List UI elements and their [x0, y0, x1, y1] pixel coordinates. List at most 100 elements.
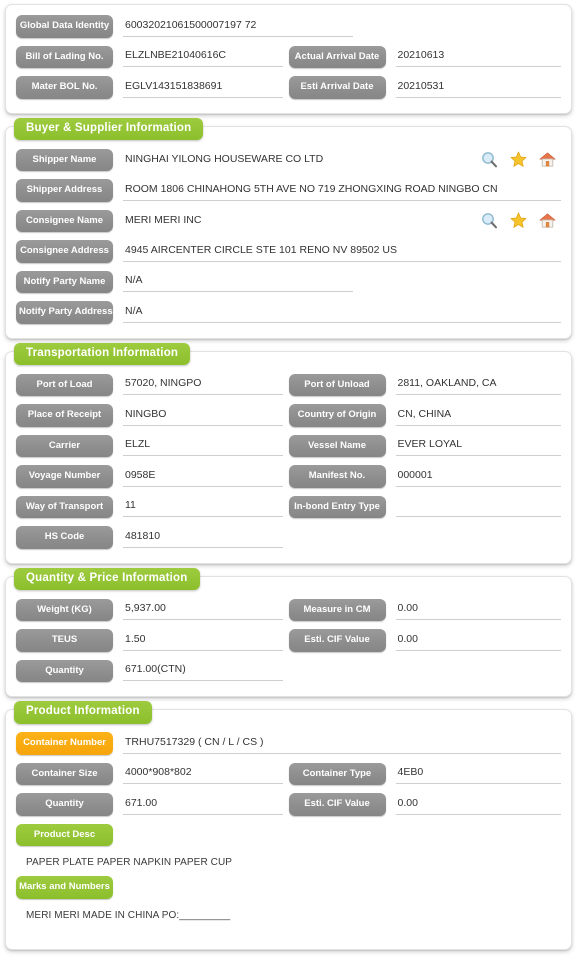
- field-product-quantity: Quantity 671.00: [16, 793, 289, 816]
- label-consignee-name: Consignee Name: [16, 209, 113, 232]
- label-container-number[interactable]: Container Number: [16, 732, 113, 755]
- value-inbond-entry-type: [395, 497, 561, 517]
- label-way-of-transport: Way of Transport: [16, 495, 113, 518]
- row-global-data-identity: Global Data Identity 6003202106150000719…: [16, 15, 561, 38]
- value-consignee-address: 4945 AIRCENTER CIRCLE STE 101 RENO NV 89…: [123, 241, 561, 262]
- row-consignee-name: Consignee Name MERI MERI INC: [16, 209, 561, 232]
- label-marks-and-numbers[interactable]: Marks and Numbers: [16, 876, 113, 899]
- field-carrier: Carrier ELZL: [16, 434, 289, 457]
- row-notify-party-name: Notify Party Name N/A: [16, 270, 561, 293]
- field-measure-cm: Measure in CM 0.00: [288, 598, 561, 621]
- star-icon[interactable]: [509, 211, 528, 230]
- value-teus: 1.50: [123, 630, 283, 651]
- row-hs-code: HS Code 481810: [16, 526, 561, 549]
- row-teus-cif: TEUS 1.50 Esti. CIF Value 0.00: [16, 629, 561, 652]
- label-shipper-name: Shipper Name: [16, 148, 113, 171]
- value-measure-in-cm: 0.00: [395, 599, 561, 621]
- label-inbond-entry-type: In-bond Entry Type: [288, 495, 386, 518]
- section-title-buyer-supplier: Buyer & Supplier Information: [14, 117, 204, 140]
- field-vessel-name: Vessel Name EVER LOYAL: [288, 434, 561, 457]
- card-bottom-spacer: [16, 929, 561, 937]
- field-inbond-entry-type: In-bond Entry Type: [288, 495, 561, 518]
- label-hs-code: HS Code: [16, 526, 113, 549]
- row-container-number: Container Number TRHU7517329 ( CN / L / …: [16, 732, 561, 755]
- label-quantity: Quantity: [16, 659, 113, 682]
- label-bill-of-lading-no: Bill of Lading No.: [16, 45, 113, 68]
- product-information-card: Product Information Container Number TRH…: [5, 701, 572, 950]
- field-esti-cif-value: Esti. CIF Value 0.00: [288, 629, 561, 652]
- label-manifest-no: Manifest No.: [288, 465, 386, 488]
- value-marks-and-numbers: MERI MERI MADE IN CHINA PO:_________: [26, 909, 231, 921]
- value-way-of-transport: 11: [123, 496, 283, 518]
- row-notify-party-address: Notify Party Address N/A: [16, 301, 561, 324]
- label-esti-cif-value: Esti. CIF Value: [288, 629, 386, 652]
- field-container-size: Container Size 4000*908*802: [16, 762, 289, 785]
- value-country-of-origin: CN, CHINA: [395, 405, 561, 426]
- field-actual-arrival-date: Actual Arrival Date 20210613: [288, 45, 561, 68]
- label-notify-party-name: Notify Party Name: [16, 270, 113, 293]
- row-transport-inbond: Way of Transport 11 In-bond Entry Type: [16, 495, 561, 518]
- field-way-of-transport: Way of Transport 11: [16, 495, 289, 518]
- value-container-size: 4000*908*802: [123, 763, 283, 785]
- value-shipper-address: ROOM 1806 CHINAHONG 5TH AVE NO 719 ZHONG…: [123, 180, 561, 201]
- quantity-price-card: Quantity & Price Information Weight (KG)…: [5, 567, 572, 697]
- row-bill-of-lading: Bill of Lading No. ELZLNBE21040616C Actu…: [16, 45, 561, 68]
- label-container-type: Container Type: [288, 762, 386, 785]
- label-mater-bol-no: Mater BOL No.: [16, 76, 113, 99]
- value-global-data-identity: 60032021061500007197 72: [123, 16, 353, 37]
- label-carrier: Carrier: [16, 434, 113, 457]
- field-weight: Weight (KG) 5,937.00: [16, 598, 289, 621]
- row-receipt-origin: Place of Receipt NINGBO Country of Origi…: [16, 404, 561, 427]
- field-voyage-number: Voyage Number 0958E: [16, 465, 289, 488]
- value-product-quantity: 671.00: [123, 794, 283, 815]
- value-port-of-load: 57020, NINGPO: [123, 374, 283, 396]
- value-bill-of-lading-no: ELZLNBE21040616C: [123, 46, 283, 68]
- shipment-record-page: Global Data Identity 6003202106150000719…: [0, 0, 577, 968]
- section-title-product: Product Information: [14, 701, 152, 724]
- field-esti-arrival-date: Esti Arrival Date 20210531: [288, 76, 561, 99]
- value-consignee-name: MERI MERI INC: [125, 213, 202, 226]
- field-master-bol-no: Mater BOL No. EGLV143151838691: [16, 76, 289, 99]
- label-port-of-unload: Port of Unload: [288, 373, 386, 396]
- row-port: Port of Load 57020, NINGPO Port of Unloa…: [16, 373, 561, 396]
- consignee-actions: [474, 211, 561, 230]
- value-quantity: 671.00(CTN): [123, 660, 283, 682]
- home-icon[interactable]: [538, 150, 557, 169]
- label-voyage-number: Voyage Number: [16, 465, 113, 488]
- label-actual-arrival-date: Actual Arrival Date: [288, 45, 386, 68]
- row-container-size-type: Container Size 4000*908*802 Container Ty…: [16, 762, 561, 785]
- label-shipper-address: Shipper Address: [16, 179, 113, 202]
- label-notify-party-address: Notify Party Address: [16, 301, 113, 324]
- star-icon[interactable]: [509, 150, 528, 169]
- label-teus: TEUS: [16, 629, 113, 652]
- value-hs-code: 481810: [123, 527, 283, 548]
- value-shipper-name: NINGHAI YILONG HOUSEWARE CO LTD: [125, 152, 324, 165]
- search-icon[interactable]: [480, 150, 499, 169]
- transportation-card: Transportation Information Port of Load …: [5, 342, 572, 564]
- row-product-desc-label: Product Desc: [16, 823, 561, 846]
- row-master-bol: Mater BOL No. EGLV143151838691 Esti Arri…: [16, 76, 561, 99]
- label-product-quantity: Quantity: [16, 793, 113, 816]
- row-marks-numbers-label: Marks and Numbers: [16, 876, 561, 899]
- label-weight-kg: Weight (KG): [16, 598, 113, 621]
- value-weight-kg: 5,937.00: [123, 599, 283, 621]
- value-container-type: 4EB0: [395, 763, 561, 785]
- search-icon[interactable]: [480, 211, 499, 230]
- label-vessel-name: Vessel Name: [288, 434, 386, 457]
- value-notify-party-address: N/A: [123, 302, 561, 323]
- identity-card: Global Data Identity 6003202106150000719…: [5, 4, 572, 114]
- value-place-of-receipt: NINGBO: [123, 405, 283, 426]
- shipper-actions: [474, 150, 561, 169]
- row-product-quantity-cif: Quantity 671.00 Esti. CIF Value 0.00: [16, 793, 561, 816]
- value-actual-arrival-date: 20210613: [395, 46, 561, 68]
- value-voyage-number: 0958E: [123, 466, 283, 487]
- row-shipper-name: Shipper Name NINGHAI YILONG HOUSEWARE CO…: [16, 148, 561, 171]
- field-bill-of-lading: Bill of Lading No. ELZLNBE21040616C: [16, 45, 289, 68]
- row-consignee-address: Consignee Address 4945 AIRCENTER CIRCLE …: [16, 240, 561, 263]
- field-quantity: Quantity 671.00(CTN): [16, 659, 289, 682]
- row-voyage-manifest: Voyage Number 0958E Manifest No. 000001: [16, 465, 561, 488]
- label-product-desc[interactable]: Product Desc: [16, 823, 113, 846]
- home-icon[interactable]: [538, 211, 557, 230]
- row-quantity: Quantity 671.00(CTN): [16, 659, 561, 682]
- field-port-of-unload: Port of Unload 2811, OAKLAND, CA: [288, 373, 561, 396]
